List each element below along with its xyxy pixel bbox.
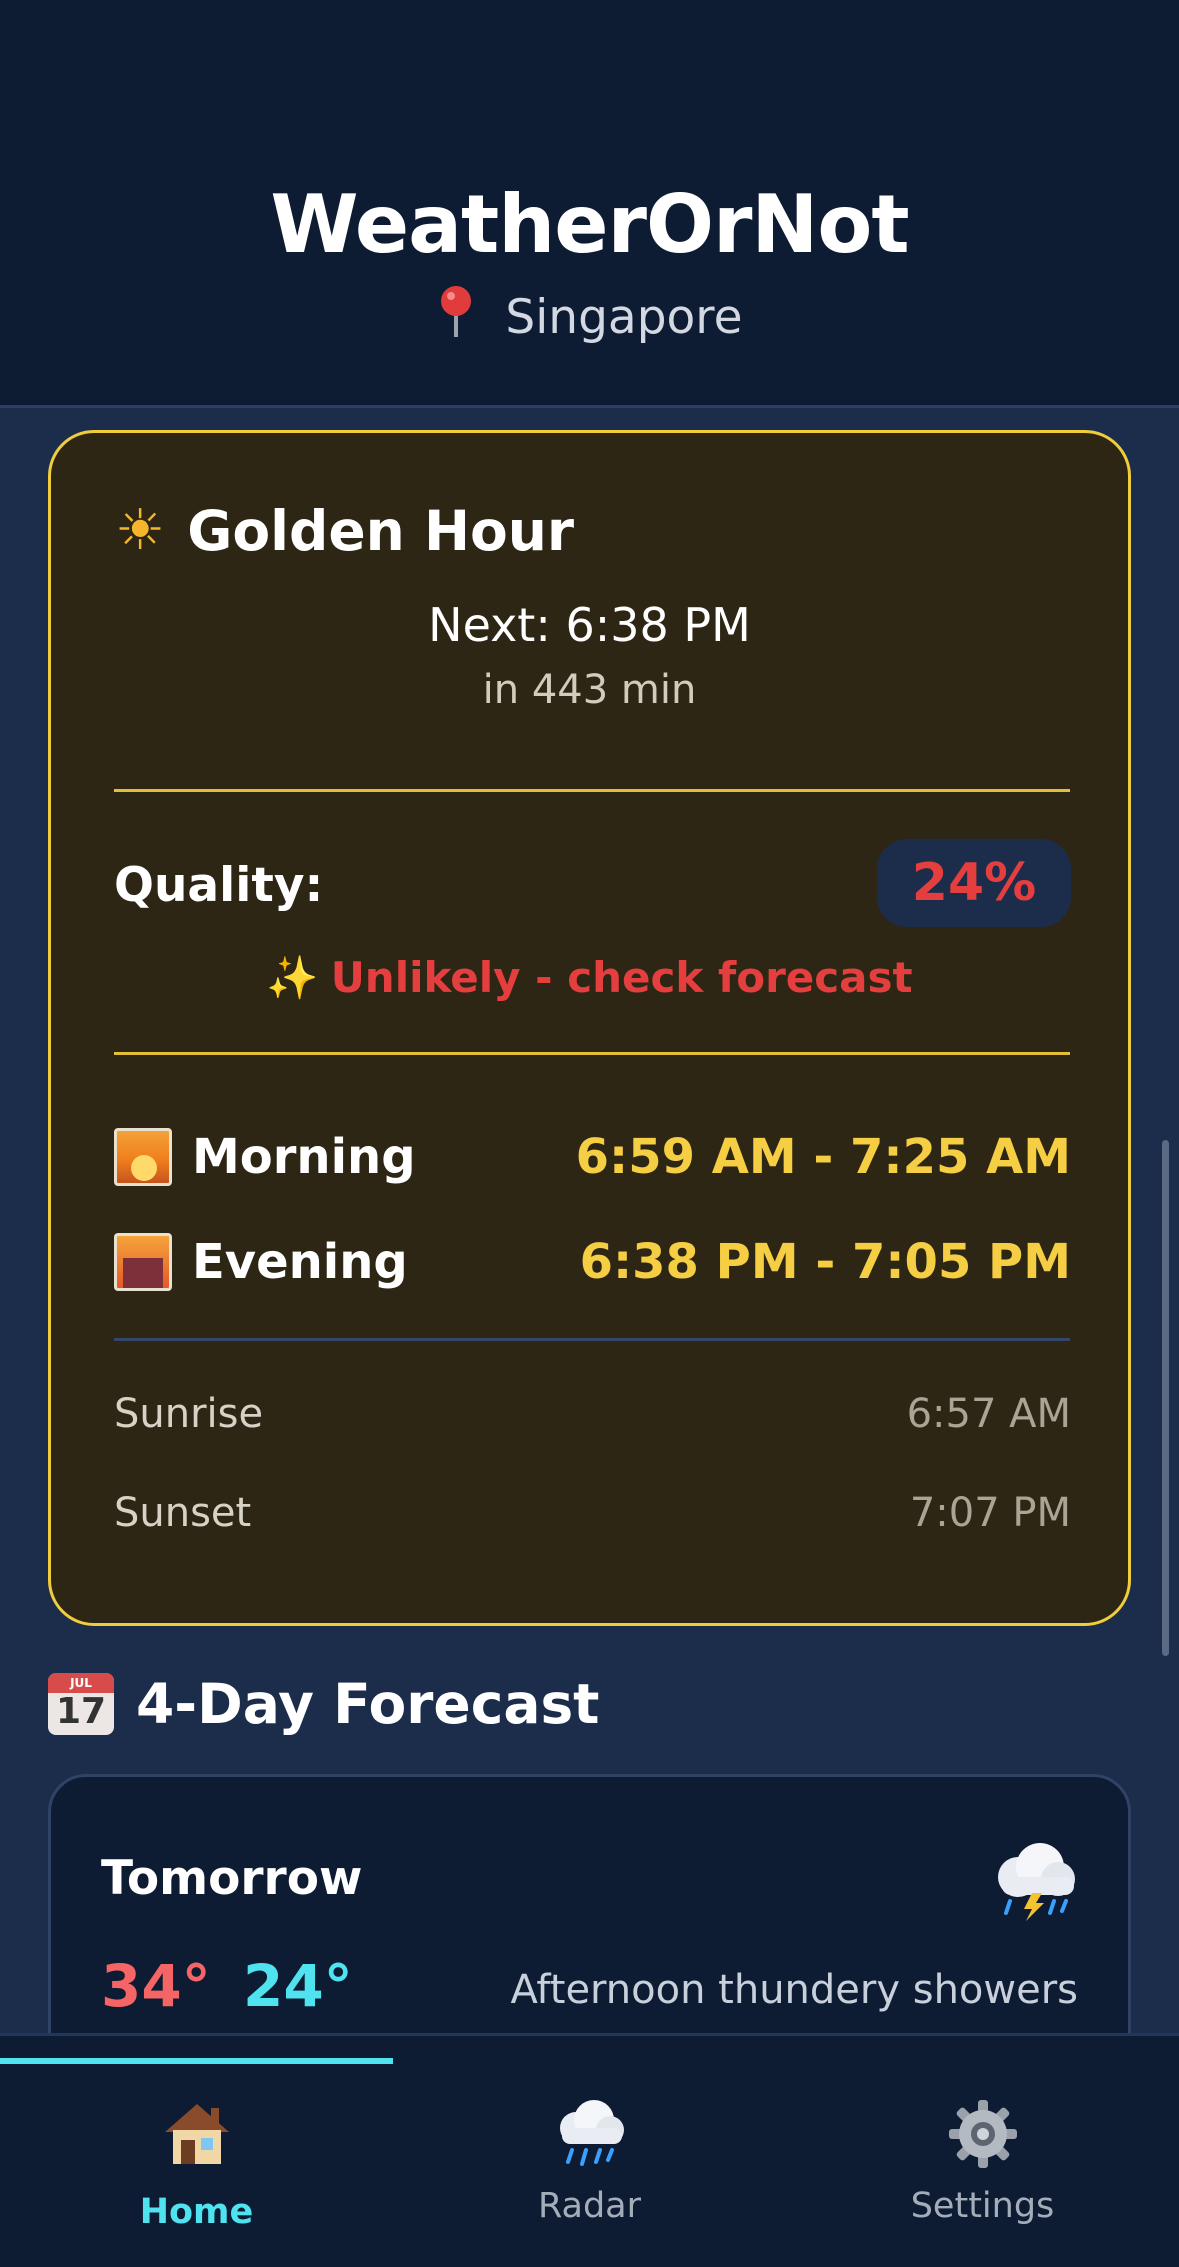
sunrise-label: Sunrise bbox=[114, 1391, 264, 1437]
sunset-label: Sunset bbox=[114, 1490, 252, 1536]
golden-hour-countdown: in 443 min bbox=[482, 667, 697, 713]
rain-cloud-icon bbox=[393, 2094, 786, 2174]
sunrise-row: Sunrise 6:57 AM bbox=[114, 1391, 1071, 1437]
nav-tab-settings[interactable]: Settings bbox=[786, 2094, 1179, 2226]
sunset-value: 7:07 PM bbox=[909, 1490, 1071, 1536]
sunrise-value: 6:57 AM bbox=[906, 1391, 1071, 1437]
golden-hour-title: ☀ Golden Hour bbox=[115, 498, 574, 563]
sun-icon: ☀ bbox=[115, 498, 166, 563]
golden-hour-card: ☀ Golden Hour Next: 6:38 PM in 443 min Q… bbox=[48, 430, 1131, 1626]
nav-tab-home[interactable]: Home bbox=[0, 2094, 393, 2232]
location-label[interactable]: Singapore bbox=[0, 285, 1179, 345]
app-header: WeatherOrNot Singapore bbox=[0, 0, 1179, 408]
divider bbox=[114, 789, 1070, 792]
forecast-day-name: Tomorrow bbox=[101, 1851, 363, 1906]
thunderstorm-icon bbox=[988, 1839, 1078, 1921]
nav-label: Radar bbox=[537, 2186, 642, 2226]
scrollbar-thumb[interactable] bbox=[1162, 1140, 1169, 1656]
divider bbox=[114, 1338, 1070, 1341]
sunset-row: Sunset 7:07 PM bbox=[114, 1490, 1071, 1536]
city-sunset-icon bbox=[114, 1233, 172, 1291]
active-tab-indicator bbox=[0, 2058, 393, 2064]
quality-label: Quality: bbox=[114, 858, 324, 913]
location-name: Singapore bbox=[505, 290, 743, 345]
nav-label: Home bbox=[139, 2192, 254, 2232]
quality-badge: 24% bbox=[877, 839, 1071, 927]
forecast-low-temp: 24° bbox=[243, 1952, 353, 2020]
pin-icon bbox=[436, 286, 491, 345]
sunrise-icon bbox=[114, 1128, 172, 1186]
forecast-heading-text: 4-Day Forecast bbox=[136, 1672, 600, 1736]
period-name: Evening bbox=[192, 1234, 408, 1290]
nav-tab-radar[interactable]: Radar bbox=[393, 2094, 786, 2226]
quality-note-text: Unlikely - check forecast bbox=[330, 953, 913, 1002]
home-icon bbox=[0, 2094, 393, 2174]
period-time: 6:59 AM - 7:25 AM bbox=[575, 1129, 1071, 1185]
golden-hour-title-text: Golden Hour bbox=[187, 498, 575, 563]
divider bbox=[114, 1052, 1070, 1055]
forecast-description: Afternoon thundery showers bbox=[510, 1967, 1078, 2013]
period-name: Morning bbox=[192, 1129, 416, 1185]
sparkles-icon: ✨ bbox=[266, 953, 319, 1002]
next-golden-hour: Next: 6:38 PM bbox=[428, 598, 751, 652]
gear-icon bbox=[786, 2094, 1179, 2174]
bottom-nav: Home Radar Settings bbox=[0, 2033, 1179, 2267]
app-title: WeatherOrNot bbox=[270, 178, 909, 271]
calendar-icon: JUL 17 bbox=[48, 1673, 114, 1735]
period-time: 6:38 PM - 7:05 PM bbox=[579, 1234, 1071, 1290]
evening-period-row: Evening 6:38 PM - 7:05 PM bbox=[114, 1231, 1071, 1293]
forecast-heading: JUL 17 4-Day Forecast bbox=[48, 1672, 599, 1736]
forecast-high-temp: 34° bbox=[101, 1952, 211, 2020]
quality-note: ✨ Unlikely - check forecast bbox=[51, 953, 1128, 1003]
morning-period-row: Morning 6:59 AM - 7:25 AM bbox=[114, 1126, 1071, 1188]
nav-label: Settings bbox=[910, 2186, 1055, 2226]
